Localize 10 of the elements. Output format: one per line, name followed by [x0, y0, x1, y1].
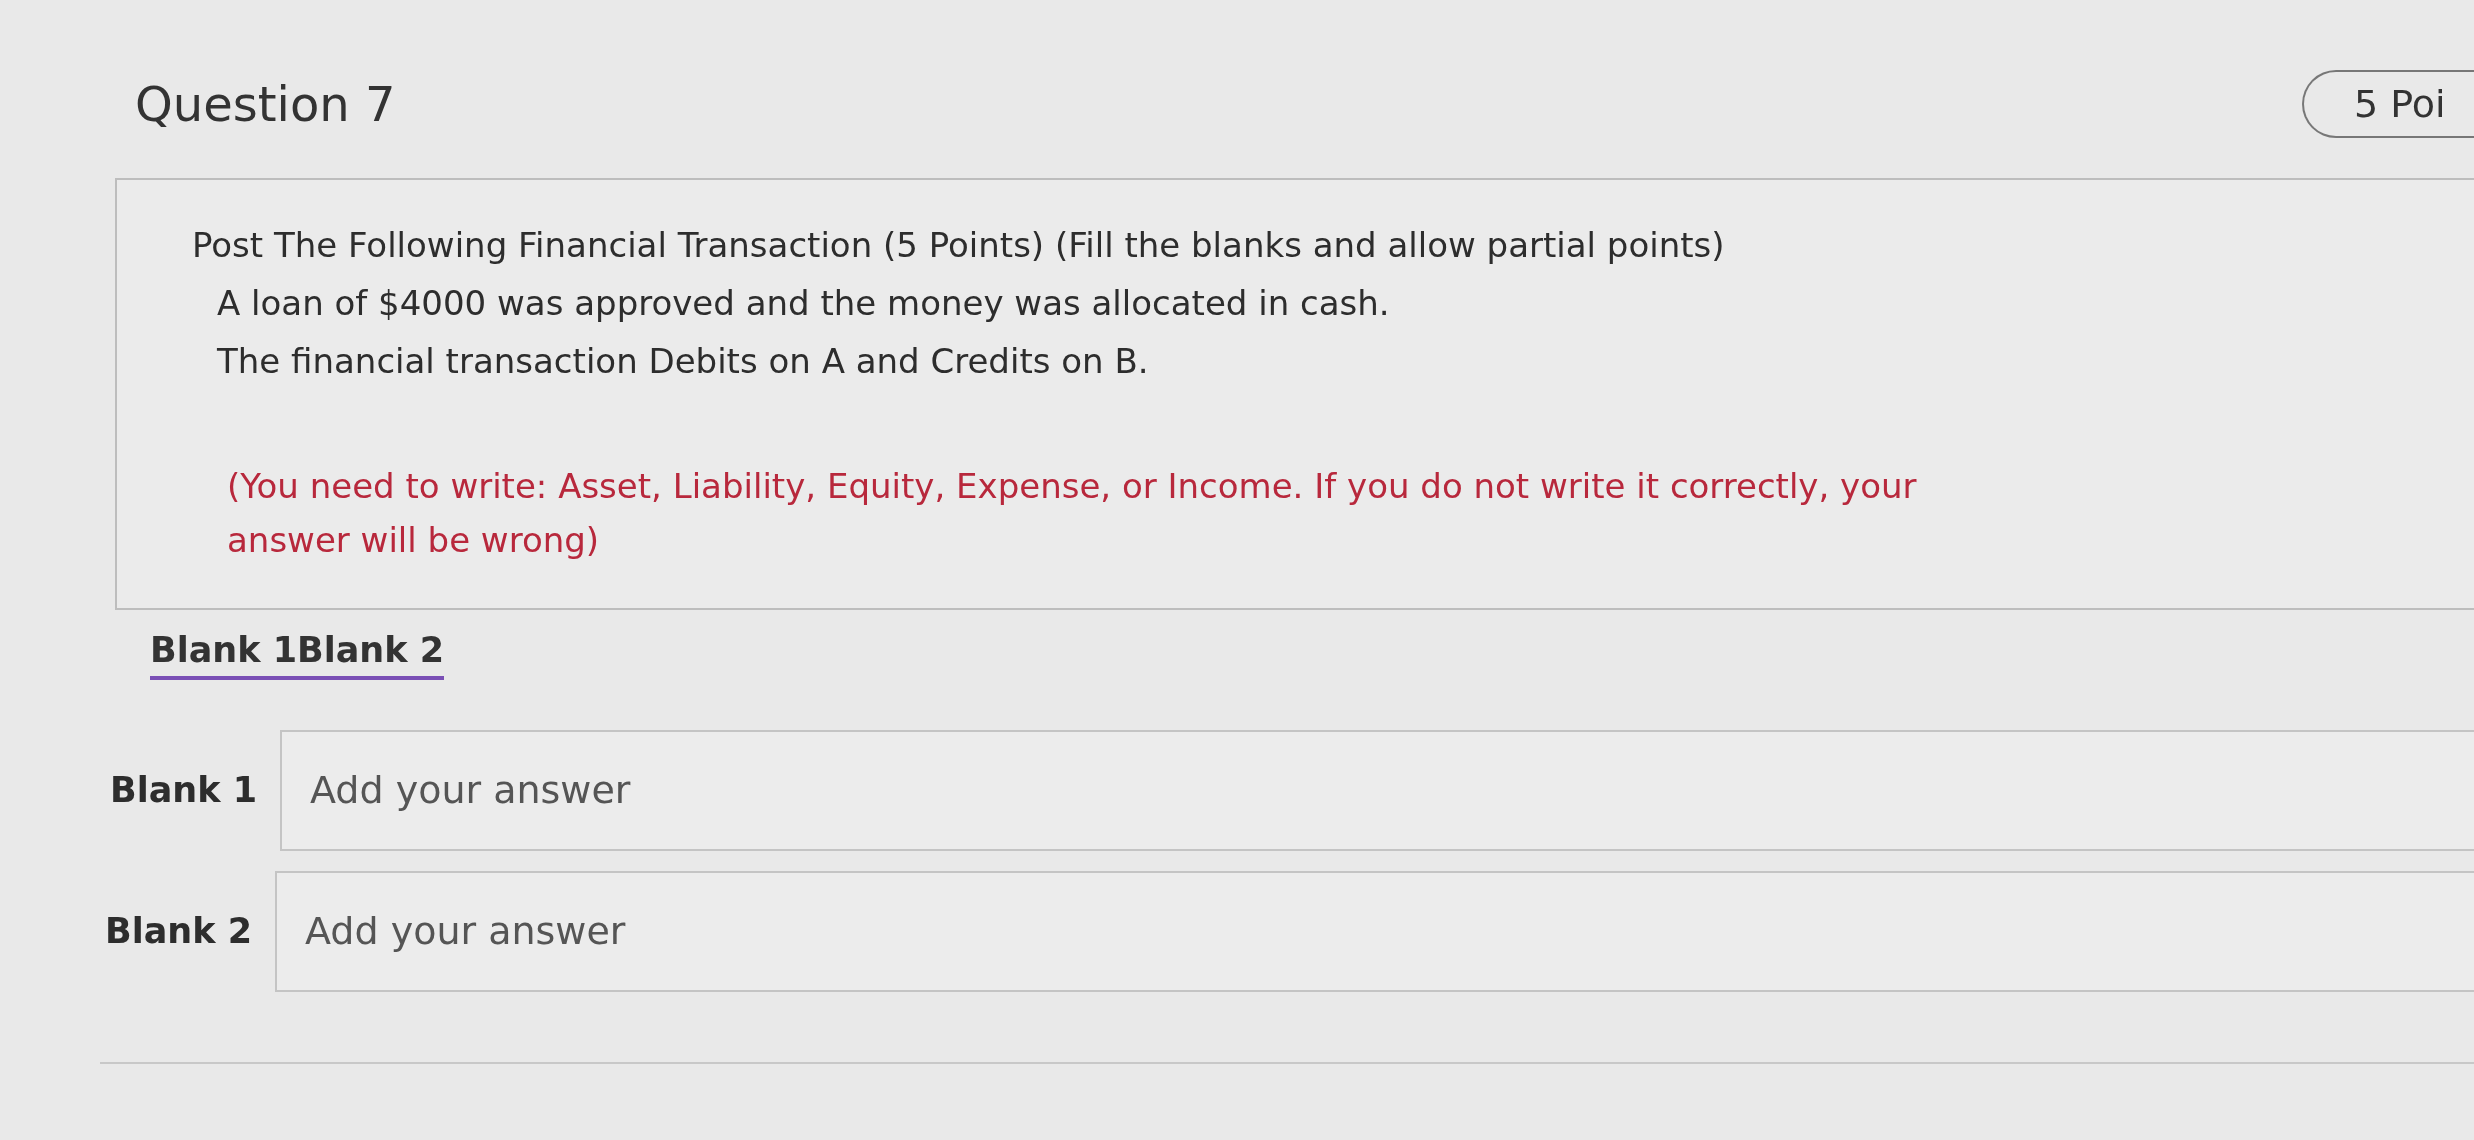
- question-text: A loan of $4000 was approved and the money was allocated in cash.: [216, 283, 1391, 323]
- instruction-note: (You need to write: Asset, Liability, Equity, Expense, or Income. If you do not write it correctly, your answer will be wrong): [226, 465, 1918, 563]
- points-badge: 5 Poi: [2302, 70, 2474, 138]
- answer-field[interactable]: Add your answer: [275, 870, 2474, 992]
- blank-label: Blank 2: [105, 911, 247, 952]
- question-text: The financial transaction Debits on A and Credits on B.: [216, 341, 1150, 381]
- question-text: Post The Following Financial Transaction (5 Points) (Fill the blanks and allow partial points): [192, 225, 1726, 265]
- question-title: Question 7: [135, 76, 396, 132]
- answer-field[interactable]: Add your answer: [280, 729, 2474, 851]
- blank-tab[interactable]: Blank 1Blank 2: [150, 629, 445, 680]
